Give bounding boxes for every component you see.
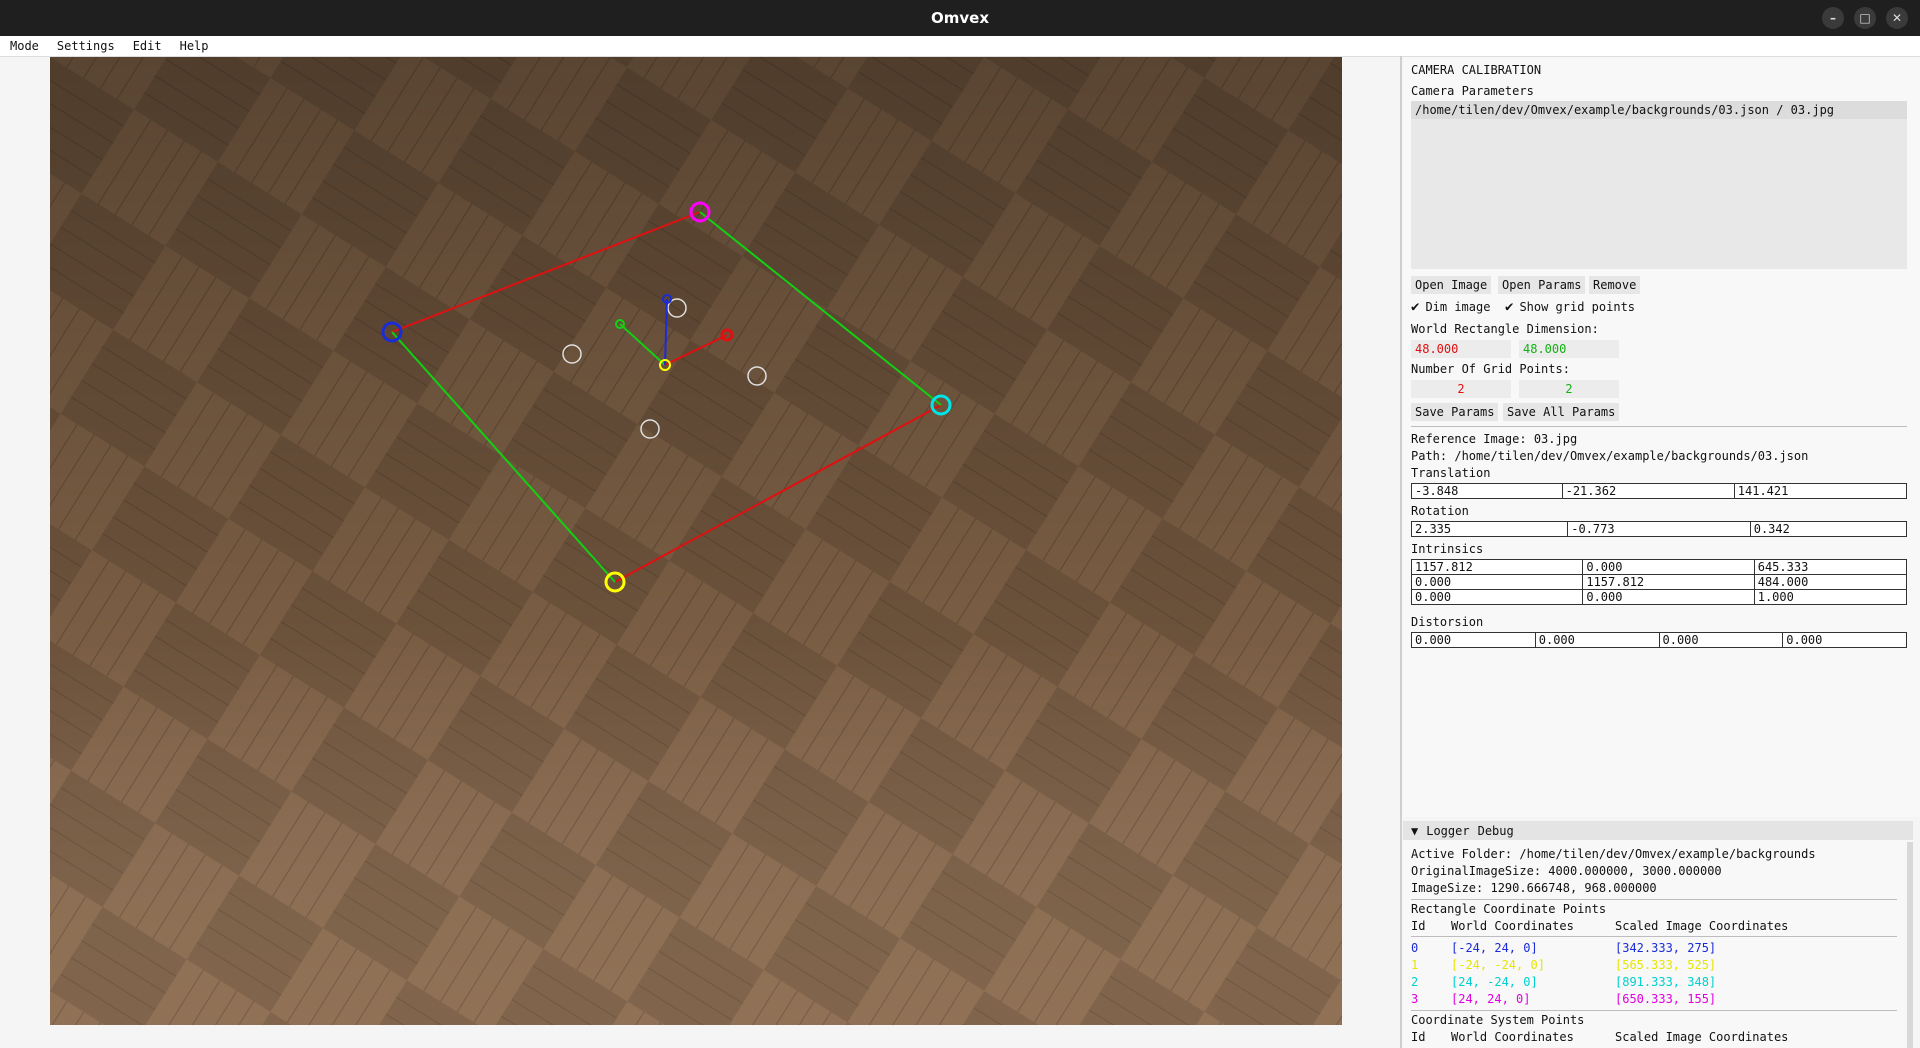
menu-edit[interactable]: Edit: [123, 39, 170, 53]
distortion-table: 0.000 0.000 0.000 0.000: [1411, 632, 1907, 648]
intrinsics-cell[interactable]: 645.333: [1753, 559, 1908, 575]
logger-divider: [1411, 899, 1897, 900]
grid-points-y-input[interactable]: 2: [1519, 380, 1619, 398]
row-id: 0: [1411, 941, 1419, 955]
header-image: Scaled Image Coordinates: [1615, 919, 1789, 933]
rect-points-title: Rectangle Coordinate Points: [1411, 902, 1607, 916]
row-id: 2: [1411, 975, 1419, 989]
camera-params-list[interactable]: /home/tilen/dev/Omvex/example/background…: [1411, 101, 1907, 269]
translation-y[interactable]: -21.362: [1561, 483, 1735, 499]
show-grid-points-label: Show grid points: [1519, 300, 1636, 314]
row-world: [-24, -24, 0]: [1451, 958, 1545, 972]
row-image: [565.333, 525]: [1615, 958, 1717, 972]
header2-world: World Coordinates: [1451, 1030, 1574, 1044]
save-params-button[interactable]: Save Params: [1411, 403, 1499, 421]
row-id: 1: [1411, 958, 1419, 972]
logger-panel: ▼ Logger Debug Active Folder: /home/tile…: [1403, 821, 1913, 1048]
header-world: World Coordinates: [1451, 919, 1574, 933]
rotation-table: 2.335 -0.773 0.342: [1410, 521, 1908, 537]
world-rect-y-input[interactable]: 48.000: [1519, 340, 1619, 358]
window-controls: – □ ✕: [1822, 7, 1908, 29]
check-icon: ✔: [1411, 299, 1420, 315]
active-folder-text: Active Folder: /home/tilen/dev/Omvex/exa…: [1411, 847, 1816, 861]
rotation-z[interactable]: 0.342: [1749, 521, 1908, 537]
grid-points-x-input[interactable]: 2: [1411, 380, 1511, 398]
menu-bar: Mode Settings Edit Help: [0, 36, 1920, 57]
intrinsics-table: 1157.812 0.000 645.333 0.000 1157.812 48…: [1410, 559, 1908, 605]
title-bar: Omvex – □ ✕: [0, 0, 1920, 36]
remove-button[interactable]: Remove: [1589, 276, 1641, 294]
coord-points-title: Coordinate System Points: [1411, 1013, 1585, 1027]
logger-divider: [1411, 1010, 1897, 1011]
dim-overlay: [50, 57, 1342, 1025]
logger-header: ▼ Logger Debug: [1403, 821, 1913, 840]
intrinsics-cell[interactable]: 484.000: [1753, 574, 1908, 590]
distortion-cell[interactable]: 0.000: [1534, 632, 1660, 648]
intrinsics-cell[interactable]: 0.000: [1582, 589, 1755, 605]
close-icon[interactable]: ✕: [1886, 7, 1908, 29]
reference-path-label: Path: /home/tilen/dev/Omvex/example/back…: [1411, 449, 1809, 463]
intrinsics-label: Intrinsics: [1411, 542, 1484, 556]
menu-help[interactable]: Help: [170, 39, 217, 53]
image-size-text: ImageSize: 1290.666748, 968.000000: [1411, 881, 1657, 895]
panel-divider[interactable]: [1400, 56, 1402, 1048]
rotation-x[interactable]: 2.335: [1410, 521, 1569, 537]
menu-mode[interactable]: Mode: [0, 39, 47, 53]
camera-params-label: Camera Parameters: [1411, 84, 1534, 98]
distortion-label: Distorsion: [1411, 615, 1484, 629]
maximize-icon[interactable]: □: [1854, 7, 1876, 29]
row-image: [891.333, 348]: [1615, 975, 1717, 989]
translation-label: Translation: [1411, 466, 1491, 480]
rotation-y[interactable]: -0.773: [1567, 521, 1751, 537]
window-title: Omvex: [930, 9, 989, 27]
dim-image-checkbox[interactable]: ✔ Dim image: [1411, 299, 1490, 315]
world-rect-label: World Rectangle Dimension:: [1411, 322, 1599, 336]
row-image: [342.333, 275]: [1615, 941, 1717, 955]
grid-points-label: Number Of Grid Points:: [1411, 362, 1570, 376]
intrinsics-cell[interactable]: 1157.812: [1582, 574, 1755, 590]
image-viewport[interactable]: [50, 57, 1342, 1025]
list-item[interactable]: /home/tilen/dev/Omvex/example/background…: [1411, 101, 1907, 119]
row-id: 3: [1411, 992, 1419, 1006]
translation-x[interactable]: -3.848: [1411, 483, 1563, 499]
open-image-button[interactable]: Open Image: [1411, 276, 1492, 294]
save-all-params-button[interactable]: Save All Params: [1503, 403, 1620, 421]
intrinsics-cell[interactable]: 0.000: [1582, 559, 1755, 575]
reference-image-label: Reference Image: 03.jpg: [1411, 432, 1578, 446]
intrinsics-cell[interactable]: 1.000: [1753, 589, 1908, 605]
translation-table: -3.848 -21.362 141.421: [1411, 483, 1908, 499]
menu-settings[interactable]: Settings: [47, 39, 123, 53]
dim-image-label: Dim image: [1425, 300, 1491, 314]
intrinsics-cell[interactable]: 0.000: [1410, 574, 1584, 590]
tab-logger[interactable]: Logger: [1418, 824, 1469, 838]
logger-divider: [1411, 936, 1897, 937]
distortion-cell[interactable]: 0.000: [1782, 632, 1907, 648]
world-rect-x-input[interactable]: 48.000: [1411, 340, 1511, 358]
section-divider: [1411, 426, 1907, 427]
show-grid-points-checkbox[interactable]: ✔ Show grid points: [1505, 299, 1635, 315]
original-size-text: OriginalImageSize: 4000.000000, 3000.000…: [1411, 864, 1722, 878]
check-icon: ✔: [1505, 299, 1514, 315]
row-world: [24, 24, 0]: [1451, 992, 1531, 1006]
open-params-button[interactable]: Open Params: [1498, 276, 1586, 294]
distortion-cell[interactable]: 0.000: [1658, 632, 1784, 648]
header2-id: Id: [1411, 1030, 1426, 1044]
row-world: [-24, 24, 0]: [1451, 941, 1538, 955]
intrinsics-cell[interactable]: 0.000: [1410, 589, 1584, 605]
header2-image: Scaled Image Coordinates: [1615, 1030, 1789, 1044]
intrinsics-cell[interactable]: 1157.812: [1410, 559, 1584, 575]
collapse-arrow-icon[interactable]: ▼: [1403, 824, 1418, 838]
calibration-canvas[interactable]: [50, 57, 1342, 1025]
panel-title: CAMERA CALIBRATION: [1411, 63, 1542, 77]
row-image: [650.333, 155]: [1615, 992, 1717, 1006]
row-world: [24, -24, 0]: [1451, 975, 1538, 989]
logger-scrollbar[interactable]: [1907, 842, 1913, 1048]
tab-debug[interactable]: Debug: [1470, 824, 1514, 838]
translation-z[interactable]: 141.421: [1733, 483, 1908, 499]
calibration-panel: CAMERA CALIBRATION Camera Parameters /ho…: [1403, 57, 1920, 817]
rotation-label: Rotation: [1411, 504, 1469, 518]
minimize-icon[interactable]: –: [1822, 7, 1844, 29]
header-id: Id: [1411, 919, 1426, 933]
distortion-cell[interactable]: 0.000: [1411, 632, 1536, 648]
